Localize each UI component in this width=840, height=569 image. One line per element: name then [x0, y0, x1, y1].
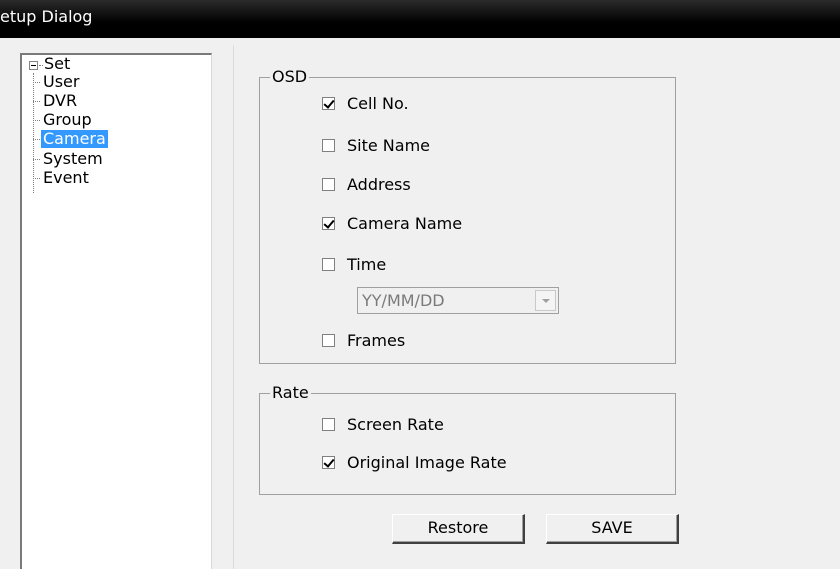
checkbox-label: Original Image Rate	[347, 453, 507, 472]
checkbox-label: Address	[347, 175, 411, 194]
window-title: etup Dialog	[0, 7, 93, 26]
checkbox-box[interactable]	[322, 418, 335, 431]
checkbox-label: Camera Name	[347, 214, 463, 233]
tree-item-label: Group	[43, 110, 92, 129]
checkbox-box[interactable]	[322, 139, 335, 152]
checkbox-label: Frames	[347, 331, 406, 350]
date-format-value: YY/MM/DD	[362, 291, 445, 310]
checkbox-box[interactable]	[322, 178, 335, 191]
collapse-icon[interactable]	[29, 61, 38, 70]
tree-root-label: Set	[44, 54, 71, 73]
checkbox-label: Time	[347, 255, 387, 274]
checkbox-box[interactable]	[322, 456, 335, 469]
tree-connector	[33, 178, 40, 179]
tree-connector	[33, 120, 40, 121]
tree-guide-line	[33, 73, 34, 193]
tree-item-label: Event	[43, 168, 89, 187]
restore-button[interactable]: Restore	[392, 514, 525, 544]
checkbox-box[interactable]	[322, 97, 335, 110]
save-button[interactable]: SAVE	[546, 514, 679, 544]
tree-connector	[39, 65, 43, 66]
date-format-select[interactable]: YY/MM/DD	[357, 287, 559, 314]
checkbox-box[interactable]	[322, 334, 335, 347]
settings-tree[interactable]: Set User DVR Group Camera System Event	[20, 53, 212, 569]
chevron-down-icon[interactable]	[535, 290, 556, 311]
tree-item-label: System	[43, 149, 103, 168]
checkbox-box[interactable]	[322, 258, 335, 271]
title-bar: etup Dialog	[0, 0, 840, 38]
checkbox-label: Screen Rate	[347, 415, 444, 434]
rate-group: Rate	[259, 383, 676, 495]
tree-connector	[33, 139, 40, 140]
checkbox-box[interactable]	[322, 217, 335, 230]
tree-connector	[33, 82, 40, 83]
tree-item-label: User	[43, 72, 80, 91]
rate-group-title: Rate	[270, 383, 311, 403]
checkbox-label: Site Name	[347, 136, 431, 155]
checkbox-label: Cell No.	[347, 94, 409, 113]
osd-group-title: OSD	[270, 67, 310, 87]
tree-item-label: DVR	[43, 91, 78, 110]
tree-item-label: Camera	[41, 129, 108, 148]
tree-connector	[33, 159, 40, 160]
tree-connector	[33, 101, 40, 102]
